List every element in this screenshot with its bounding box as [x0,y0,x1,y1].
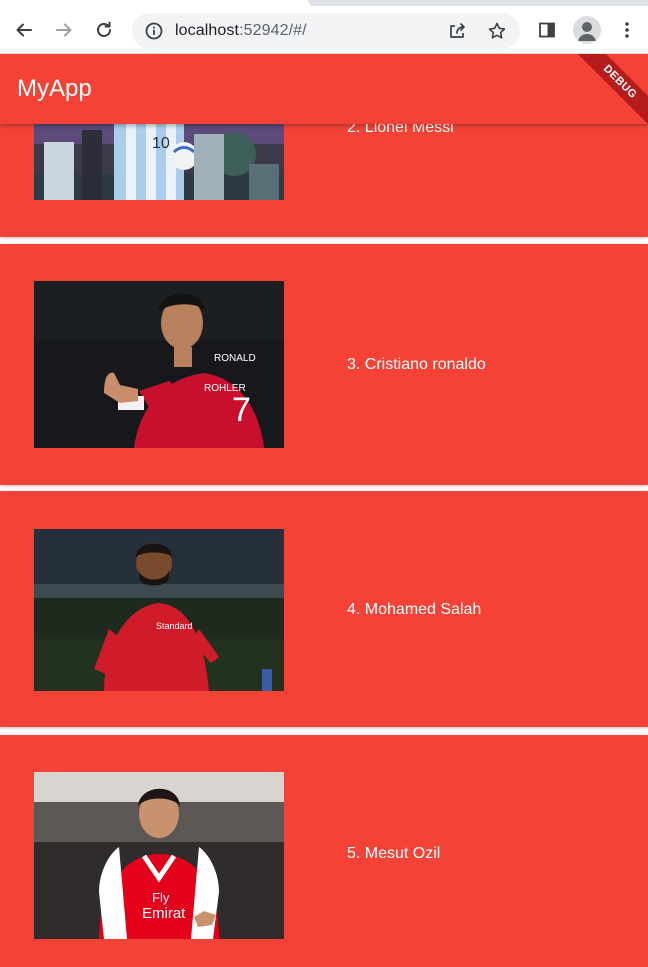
address-bar[interactable]: localhost:52942/#/ [132,13,520,49]
reload-icon[interactable] [90,16,118,44]
svg-text:7: 7 [232,391,251,429]
svg-text:RONALD: RONALD [214,353,256,364]
salah-photo: Standard [34,529,284,691]
list-item[interactable]: Fly Emirat 5. Mesut Ozil [0,735,648,967]
ozil-photo: Fly Emirat [34,772,284,939]
url-host: localhost [175,22,240,39]
player-list[interactable]: 10 2. Lionel Messi ROHLER 7 RONALD 3. Cr… [0,124,648,967]
app-title: MyApp [17,75,92,102]
svg-text:Fly: Fly [152,890,170,905]
player-name: 2. Lionel Messi [347,124,454,136]
player-name: 5. Mesut Ozil [347,845,441,862]
player-name: 3. Cristiano ronaldo [347,356,486,373]
list-item[interactable]: 10 2. Lionel Messi [0,124,648,237]
svg-text:Emirat: Emirat [142,905,186,922]
url-path: :52942/#/ [239,22,307,39]
forward-arrow-icon[interactable] [50,16,78,44]
ronaldo-photo: ROHLER 7 RONALD [34,281,284,448]
app-bar: MyApp [0,54,648,124]
messi-photo: 10 [34,124,284,200]
list-item[interactable]: ROHLER 7 RONALD 3. Cristiano ronaldo [0,244,648,485]
info-icon[interactable] [144,21,164,41]
share-icon[interactable] [447,21,467,41]
page: localhost:52942/#/ MyApp DEBUG 10 2. Lio… [0,0,648,967]
back-arrow-icon[interactable] [10,16,38,44]
url-text: localhost:52942/#/ [175,22,307,40]
svg-text:10: 10 [152,135,170,152]
list-item[interactable]: Standard 4. Mohamed Salah [0,491,648,727]
star-icon[interactable] [487,21,507,41]
menu-dots-icon[interactable] [613,16,641,44]
svg-text:Standard: Standard [156,621,193,631]
profile-icon[interactable] [573,16,601,44]
tab-strip [308,0,648,6]
player-name: 4. Mohamed Salah [347,601,482,618]
side-panel-icon[interactable] [533,16,561,44]
browser-toolbar: localhost:52942/#/ [0,0,648,54]
